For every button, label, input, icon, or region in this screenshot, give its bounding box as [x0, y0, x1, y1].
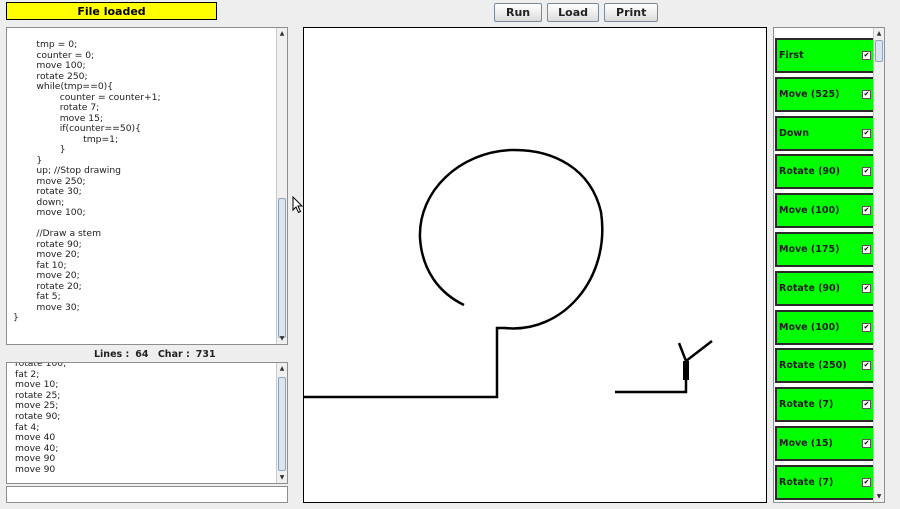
check-icon[interactable]: ✔ [862, 283, 871, 293]
command-list-panel[interactable]: First ✔ Move (525) ✔ Down ✔ Rotate (90) ✔ Move (… [773, 27, 885, 503]
command-list-item[interactable]: Move (100) ✔ [775, 193, 875, 229]
editor-scrollbar[interactable]: ▲ ▼ [276, 28, 287, 344]
command-list-item[interactable]: Move (525) ✔ [775, 76, 875, 112]
command-list-item[interactable]: First ✔ [775, 38, 875, 73]
print-button[interactable]: Print [604, 3, 659, 22]
check-icon[interactable]: ✔ [862, 322, 871, 332]
command-label: Rotate (7) [779, 476, 834, 488]
command-label: Move (100) [779, 205, 840, 217]
command-label: Rotate (250) [779, 360, 847, 372]
command-list-item[interactable]: Move (100) ✔ [775, 309, 875, 345]
drawing-canvas[interactable] [303, 27, 767, 503]
command-label: Rotate (90) [779, 282, 840, 294]
check-icon[interactable]: ✔ [862, 89, 871, 99]
turtle-drawing [304, 148, 713, 399]
command-list-item[interactable]: Rotate (7) ✔ [775, 387, 875, 423]
check-icon[interactable]: ✔ [862, 477, 871, 487]
check-icon[interactable]: ✔ [862, 128, 871, 138]
check-icon[interactable]: ✔ [862, 244, 871, 254]
editor-scrollbar-thumb[interactable] [278, 198, 286, 338]
command-list-item[interactable]: Move (15) ✔ [775, 425, 875, 461]
check-icon[interactable]: ✔ [862, 438, 871, 448]
toolbar: Run Load Print [494, 3, 659, 22]
arrow-down-icon[interactable]: ▼ [874, 491, 884, 502]
status-banner: File loaded [6, 2, 217, 20]
char-value: 731 [195, 349, 216, 360]
command-list-item[interactable]: Rotate (250) ✔ [775, 348, 875, 384]
command-list-scrollbar-thumb[interactable] [875, 40, 883, 62]
arrow-up-icon[interactable]: ▲ [874, 28, 884, 39]
command-list-item[interactable]: Down ✔ [775, 115, 875, 151]
arrow-up-icon[interactable]: ▲ [277, 363, 287, 374]
command-list: First ✔ Move (525) ✔ Down ✔ Rotate (90) ✔ Move (… [775, 38, 875, 502]
history-panel[interactable]: rotate 100; fat 2; move 10; rotate 25; m… [6, 362, 288, 484]
history-scrollbar[interactable]: ▲ ▼ [276, 363, 287, 483]
history-text: rotate 100; fat 2; move 10; rotate 25; m… [15, 362, 67, 475]
command-label: Rotate (90) [779, 166, 840, 178]
command-label: Move (525) [779, 88, 840, 100]
code-editor[interactable]: rotate 90; tmp = 0; counter = 0; move 10… [6, 27, 288, 345]
command-label: Down [779, 127, 809, 139]
command-list-item[interactable]: Rotate (7) ✔ [775, 464, 875, 500]
command-label: Move (100) [779, 321, 840, 333]
history-scrollbar-thumb[interactable] [278, 377, 286, 471]
lines-value: 64 [135, 349, 149, 360]
load-button[interactable]: Load [547, 3, 600, 22]
check-icon[interactable]: ✔ [862, 167, 871, 177]
editor-stats: Lines : 64 Char : 731 [94, 349, 222, 360]
command-label: Rotate (7) [779, 399, 834, 411]
char-label: Char : [157, 349, 190, 360]
arrow-down-icon[interactable]: ▼ [277, 472, 287, 483]
run-button[interactable]: Run [494, 3, 543, 22]
arrow-down-icon[interactable]: ▼ [277, 333, 287, 344]
drawn-path [304, 148, 604, 399]
lines-label: Lines : [94, 349, 130, 360]
check-icon[interactable]: ✔ [862, 206, 871, 216]
command-input[interactable] [6, 486, 288, 503]
status-text: File loaded [77, 4, 146, 18]
check-icon[interactable]: ✔ [862, 400, 871, 410]
check-icon[interactable]: ✔ [862, 361, 871, 371]
stem-path [615, 364, 688, 394]
command-list-item[interactable]: Move (175) ✔ [775, 231, 875, 267]
command-label: Move (15) [779, 437, 833, 449]
stem-branch [677, 340, 713, 362]
check-icon[interactable]: ✔ [862, 51, 871, 60]
command-list-item[interactable]: Rotate (90) ✔ [775, 154, 875, 190]
command-list-scrollbar[interactable]: ▲ ▼ [873, 28, 884, 502]
arrow-up-icon[interactable]: ▲ [277, 28, 287, 39]
command-label: First [779, 50, 804, 61]
code-editor-text[interactable]: rotate 90; tmp = 0; counter = 0; move 10… [13, 28, 275, 324]
command-label: Move (175) [779, 243, 840, 255]
command-list-item[interactable]: Rotate (90) ✔ [775, 270, 875, 306]
